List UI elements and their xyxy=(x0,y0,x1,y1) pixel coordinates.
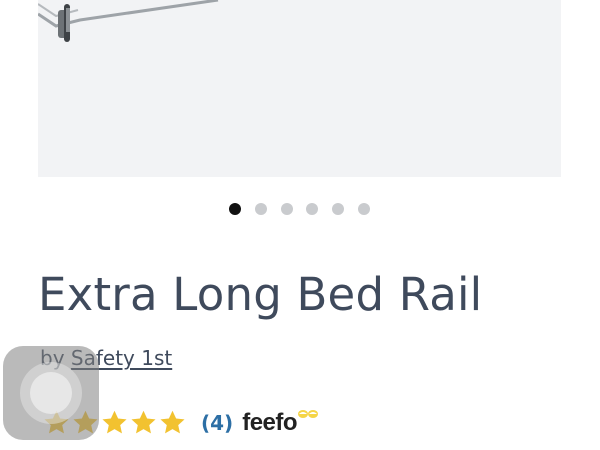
feefo-logo[interactable]: feefo xyxy=(242,409,319,437)
product-title: Extra Long Bed Rail xyxy=(38,268,483,321)
bed-rail-image xyxy=(38,0,219,42)
assistive-touch-icon xyxy=(20,362,82,424)
review-count[interactable]: (4) xyxy=(201,411,233,435)
assistive-touch-button[interactable] xyxy=(3,346,99,440)
feefo-wordmark: feefo xyxy=(242,409,298,436)
product-image[interactable] xyxy=(38,0,561,177)
carousel-dot-3[interactable] xyxy=(281,203,293,215)
carousel-dot-4[interactable] xyxy=(306,203,318,215)
feefo-eyes-icon xyxy=(298,410,319,418)
star-icon xyxy=(160,410,185,434)
carousel-dot-2[interactable] xyxy=(255,203,267,215)
carousel-dot-6[interactable] xyxy=(358,203,370,215)
image-carousel-dots xyxy=(0,201,600,217)
carousel-dot-1[interactable] xyxy=(229,203,241,215)
star-icon xyxy=(131,410,156,434)
star-icon xyxy=(102,410,127,434)
carousel-dot-5[interactable] xyxy=(332,203,344,215)
